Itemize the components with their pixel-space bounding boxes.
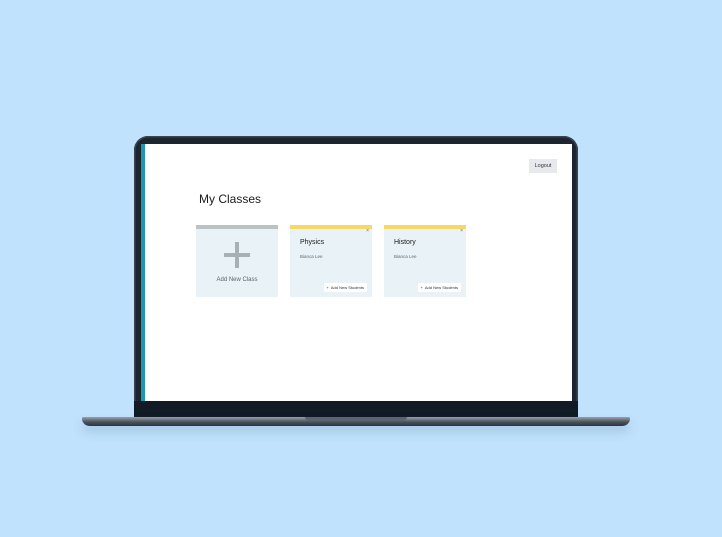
add-new-students-button[interactable]: + Add New Students bbox=[417, 283, 461, 292]
card-top-bar bbox=[196, 225, 278, 229]
app-screen: Logout My Classes Add New Class × Physic… bbox=[141, 144, 572, 401]
class-card-history[interactable]: × History Bianca Lee + Add New Students bbox=[384, 225, 466, 297]
page-title: My Classes bbox=[199, 192, 262, 206]
class-name: History bbox=[394, 239, 416, 246]
screen-accent-bar bbox=[141, 144, 145, 401]
plus-icon bbox=[224, 242, 250, 268]
plus-small-icon: + bbox=[420, 285, 423, 290]
close-icon[interactable]: × bbox=[366, 229, 369, 234]
add-new-students-button[interactable]: + Add New Students bbox=[323, 283, 367, 292]
add-new-class-card[interactable]: Add New Class bbox=[196, 225, 278, 297]
add-new-students-label: Add New Students bbox=[330, 285, 364, 290]
class-card-physics[interactable]: × Physics Bianca Lee + Add New Students bbox=[290, 225, 372, 297]
card-top-bar bbox=[290, 225, 372, 229]
teacher-name: Bianca Lee bbox=[300, 254, 323, 259]
add-new-students-label: Add New Students bbox=[424, 285, 458, 290]
class-name: Physics bbox=[300, 239, 325, 246]
add-new-class-label: Add New Class bbox=[216, 277, 258, 283]
laptop-notch bbox=[305, 417, 407, 421]
logout-button[interactable]: Logout bbox=[529, 159, 557, 173]
teacher-name: Bianca Lee bbox=[394, 254, 417, 259]
plus-small-icon: + bbox=[326, 285, 329, 290]
card-top-bar bbox=[384, 225, 466, 229]
close-icon[interactable]: × bbox=[460, 229, 463, 234]
laptop-chin bbox=[134, 401, 578, 418]
